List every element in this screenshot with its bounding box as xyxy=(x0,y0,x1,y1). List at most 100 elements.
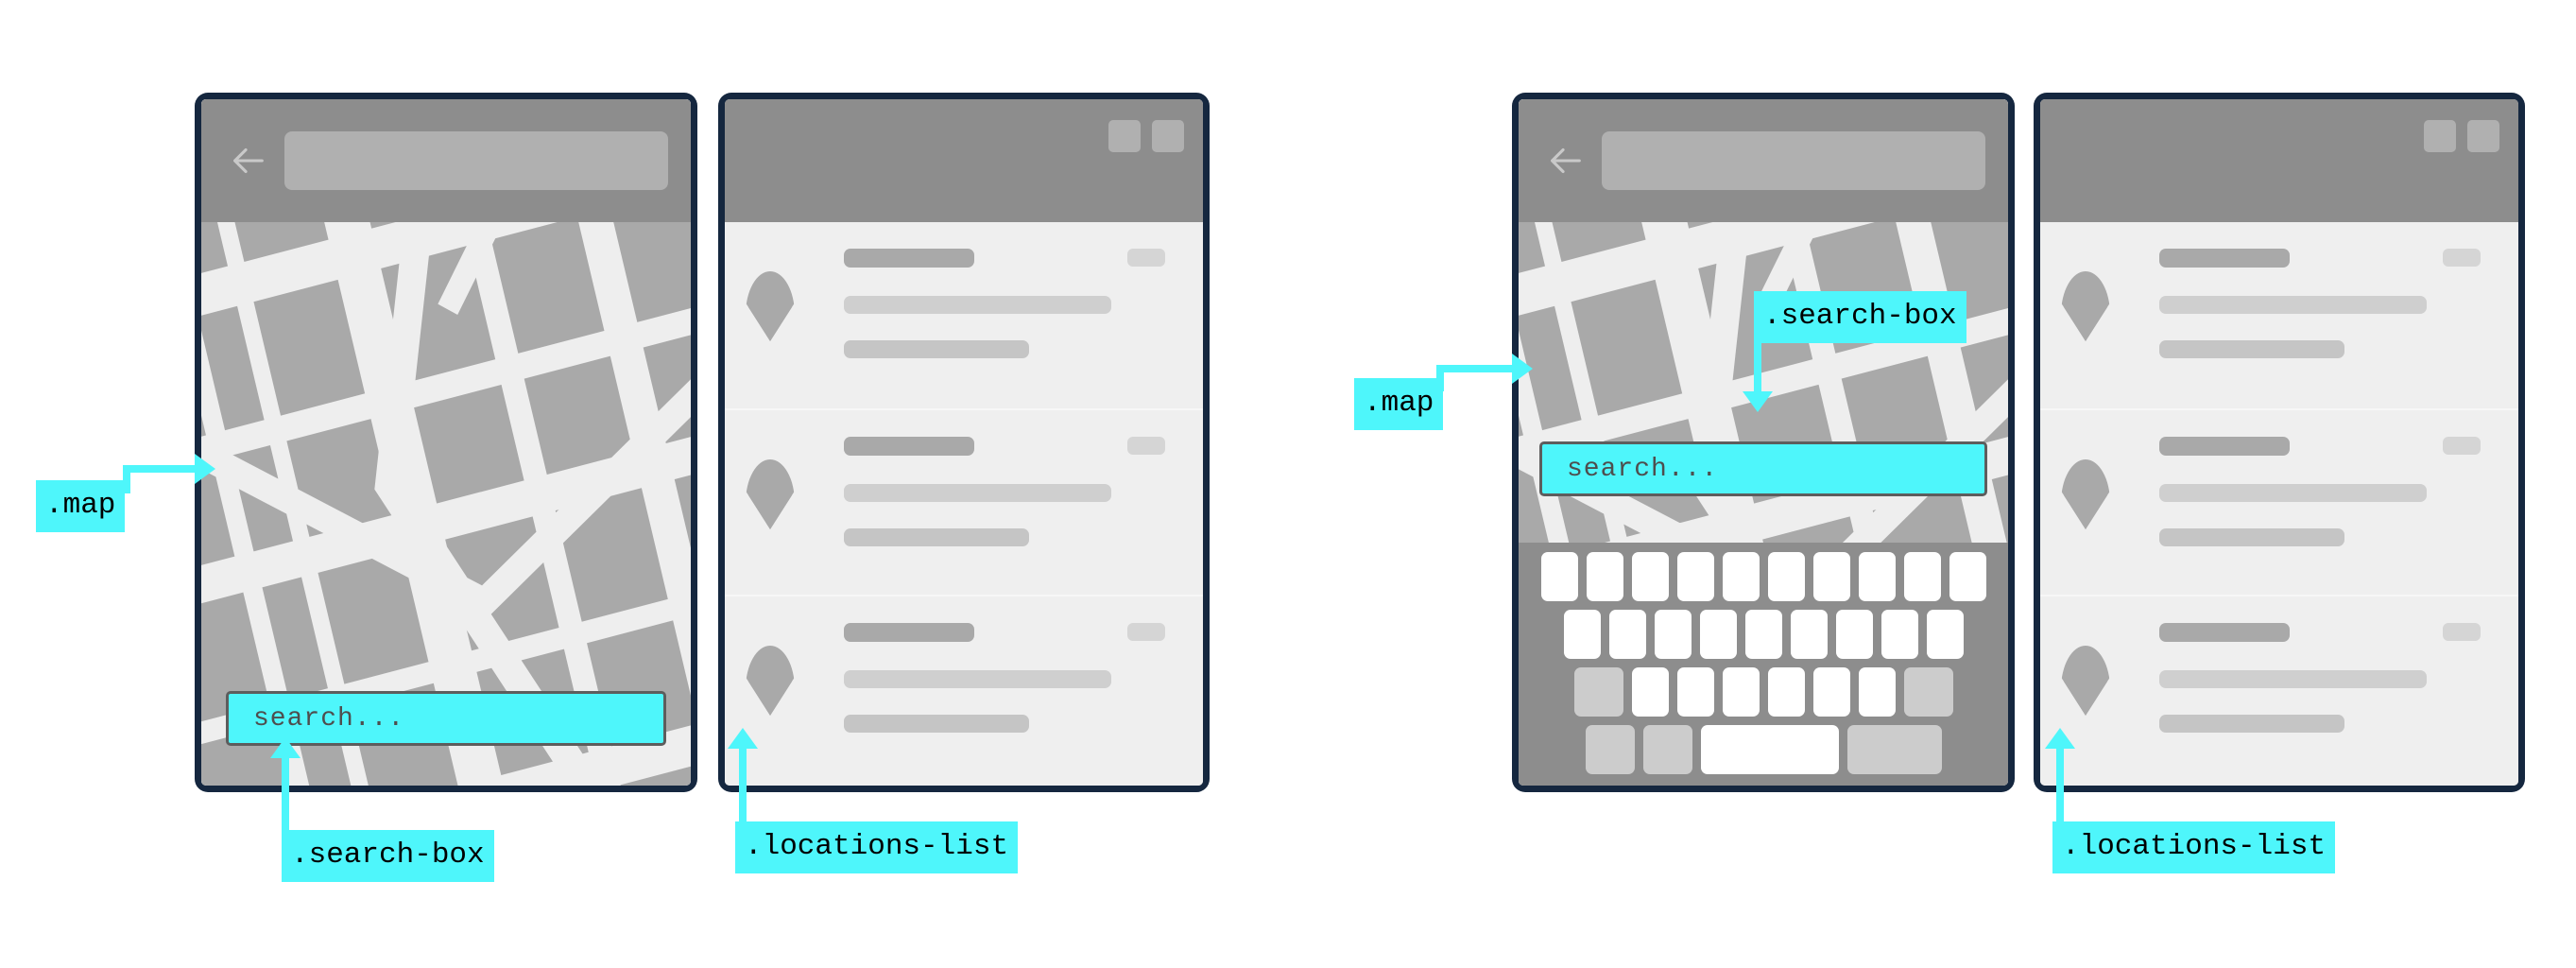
item-line2-placeholder xyxy=(844,340,1029,358)
keyboard-key[interactable] xyxy=(1858,667,1896,717)
keyboard-key[interactable] xyxy=(1563,610,1601,659)
locations-list-frame-1 xyxy=(718,93,1210,792)
list-body-2[interactable] xyxy=(2040,222,2518,786)
keyboard-key[interactable] xyxy=(1631,552,1669,601)
keyboard-key[interactable] xyxy=(1767,667,1805,717)
table-row[interactable] xyxy=(2040,408,2518,595)
item-line1-placeholder xyxy=(2159,670,2427,688)
table-row[interactable] xyxy=(725,595,1203,781)
keyboard-shift-key[interactable] xyxy=(1573,667,1623,717)
keyboard-row-4 xyxy=(1524,725,2002,774)
keyboard-key[interactable] xyxy=(1790,610,1828,659)
annotation-arrow-map-2 xyxy=(1512,354,1533,384)
table-row[interactable] xyxy=(725,408,1203,595)
keyboard-key[interactable] xyxy=(1676,667,1714,717)
annotation-label-locations-list-2: .locations-list xyxy=(2052,821,2336,873)
annotation-label-map-2: .map xyxy=(1354,378,1444,430)
annotation-arrow-locations-list-2 xyxy=(2045,728,2075,749)
annotation-leader-locations-2-v xyxy=(2056,747,2064,828)
annotation-label-map-1: .map xyxy=(36,480,126,532)
table-row[interactable] xyxy=(2040,595,2518,781)
locations-list-frame-2 xyxy=(2034,93,2525,792)
map-pin-icon xyxy=(746,271,795,341)
annotation-arrow-search-box-2 xyxy=(1743,391,1773,412)
on-screen-keyboard[interactable] xyxy=(1519,543,2008,786)
annotation-leader-locations-1-v xyxy=(739,747,747,828)
keyboard-key[interactable] xyxy=(1835,610,1873,659)
header-square-icon-a2[interactable] xyxy=(2424,120,2456,152)
item-title-placeholder xyxy=(844,249,974,268)
keyboard-key[interactable] xyxy=(1699,610,1737,659)
map-header-2 xyxy=(1519,99,2008,222)
keyboard-key[interactable] xyxy=(1676,552,1714,601)
keyboard-key[interactable] xyxy=(1812,667,1850,717)
item-line2-placeholder xyxy=(2159,340,2344,358)
annotation-arrow-search-box-1 xyxy=(270,737,301,758)
annotation-canvas: search... .map .search-box .locations-li… xyxy=(0,0,2576,968)
keyboard-key[interactable] xyxy=(1654,610,1692,659)
map-pin-icon xyxy=(2061,459,2110,529)
keyboard-row-3 xyxy=(1524,667,2002,717)
locations-list-screen-1 xyxy=(725,99,1203,786)
map-phone-frame-2: search... xyxy=(1512,93,2015,792)
keyboard-key[interactable] xyxy=(1767,552,1805,601)
item-title-placeholder xyxy=(2159,623,2290,642)
keyboard-key[interactable] xyxy=(1858,552,1896,601)
header-square-icon-b2[interactable] xyxy=(2467,120,2499,152)
item-line1-placeholder xyxy=(844,296,1111,314)
keyboard-key[interactable] xyxy=(1903,552,1941,601)
item-line2-placeholder xyxy=(844,528,1029,546)
keyboard-emoji-key[interactable] xyxy=(1642,725,1692,774)
list-body-1[interactable] xyxy=(725,222,1203,786)
search-box-2[interactable]: search... xyxy=(1539,441,1987,496)
keyboard-key[interactable] xyxy=(1540,552,1578,601)
header-square-icon-a1[interactable] xyxy=(1108,120,1141,152)
item-line2-placeholder xyxy=(2159,715,2344,733)
map-pin-icon xyxy=(746,459,795,529)
item-badge-placeholder xyxy=(1127,623,1165,641)
item-title-placeholder xyxy=(2159,437,2290,456)
keyboard-key[interactable] xyxy=(1586,552,1623,601)
map-pin-icon xyxy=(2061,646,2110,716)
keyboard-key[interactable] xyxy=(1722,552,1760,601)
map-phone-frame-1: search... xyxy=(195,93,697,792)
list-header-1 xyxy=(725,99,1203,222)
header-square-icon-b1[interactable] xyxy=(1152,120,1184,152)
keyboard-key[interactable] xyxy=(1926,610,1964,659)
annotation-label-search-box-1: .search-box xyxy=(282,830,494,882)
table-row[interactable] xyxy=(725,222,1203,408)
map-screen-1: search... xyxy=(201,99,691,786)
item-badge-placeholder xyxy=(1127,437,1165,455)
map-header-field-2[interactable] xyxy=(1602,131,1985,190)
annotation-leader-map-1-h xyxy=(123,465,200,473)
annotation-arrow-locations-list-1 xyxy=(728,728,758,749)
keyboard-key[interactable] xyxy=(1631,667,1669,717)
keyboard-symbols-key[interactable] xyxy=(1585,725,1635,774)
keyboard-space-key[interactable] xyxy=(1700,725,1839,774)
item-badge-placeholder xyxy=(2443,437,2481,455)
keyboard-key[interactable] xyxy=(1608,610,1646,659)
item-badge-placeholder xyxy=(2443,249,2481,267)
keyboard-row-2 xyxy=(1524,610,2002,659)
item-line1-placeholder xyxy=(2159,484,2427,502)
search-box-placeholder-1: search... xyxy=(253,703,405,734)
map-header-field-1[interactable] xyxy=(284,131,668,190)
annotation-label-locations-list-1: .locations-list xyxy=(735,821,1019,873)
map-pin-icon xyxy=(2061,271,2110,341)
keyboard-key[interactable] xyxy=(1880,610,1918,659)
back-arrow-icon[interactable] xyxy=(226,139,269,182)
map-screen-2: search... xyxy=(1519,99,2008,786)
item-title-placeholder xyxy=(2159,249,2290,268)
keyboard-key[interactable] xyxy=(1949,552,1986,601)
table-row[interactable] xyxy=(2040,222,2518,408)
keyboard-key[interactable] xyxy=(1812,552,1850,601)
keyboard-row-1 xyxy=(1524,552,2002,601)
back-arrow-icon[interactable] xyxy=(1543,139,1587,182)
keyboard-key[interactable] xyxy=(1744,610,1782,659)
locations-list-screen-2 xyxy=(2040,99,2518,786)
annotation-arrow-map-1 xyxy=(195,454,215,484)
keyboard-return-key[interactable] xyxy=(1846,725,1942,774)
item-line1-placeholder xyxy=(844,484,1111,502)
keyboard-key[interactable] xyxy=(1722,667,1760,717)
keyboard-backspace-key[interactable] xyxy=(1903,667,1953,717)
